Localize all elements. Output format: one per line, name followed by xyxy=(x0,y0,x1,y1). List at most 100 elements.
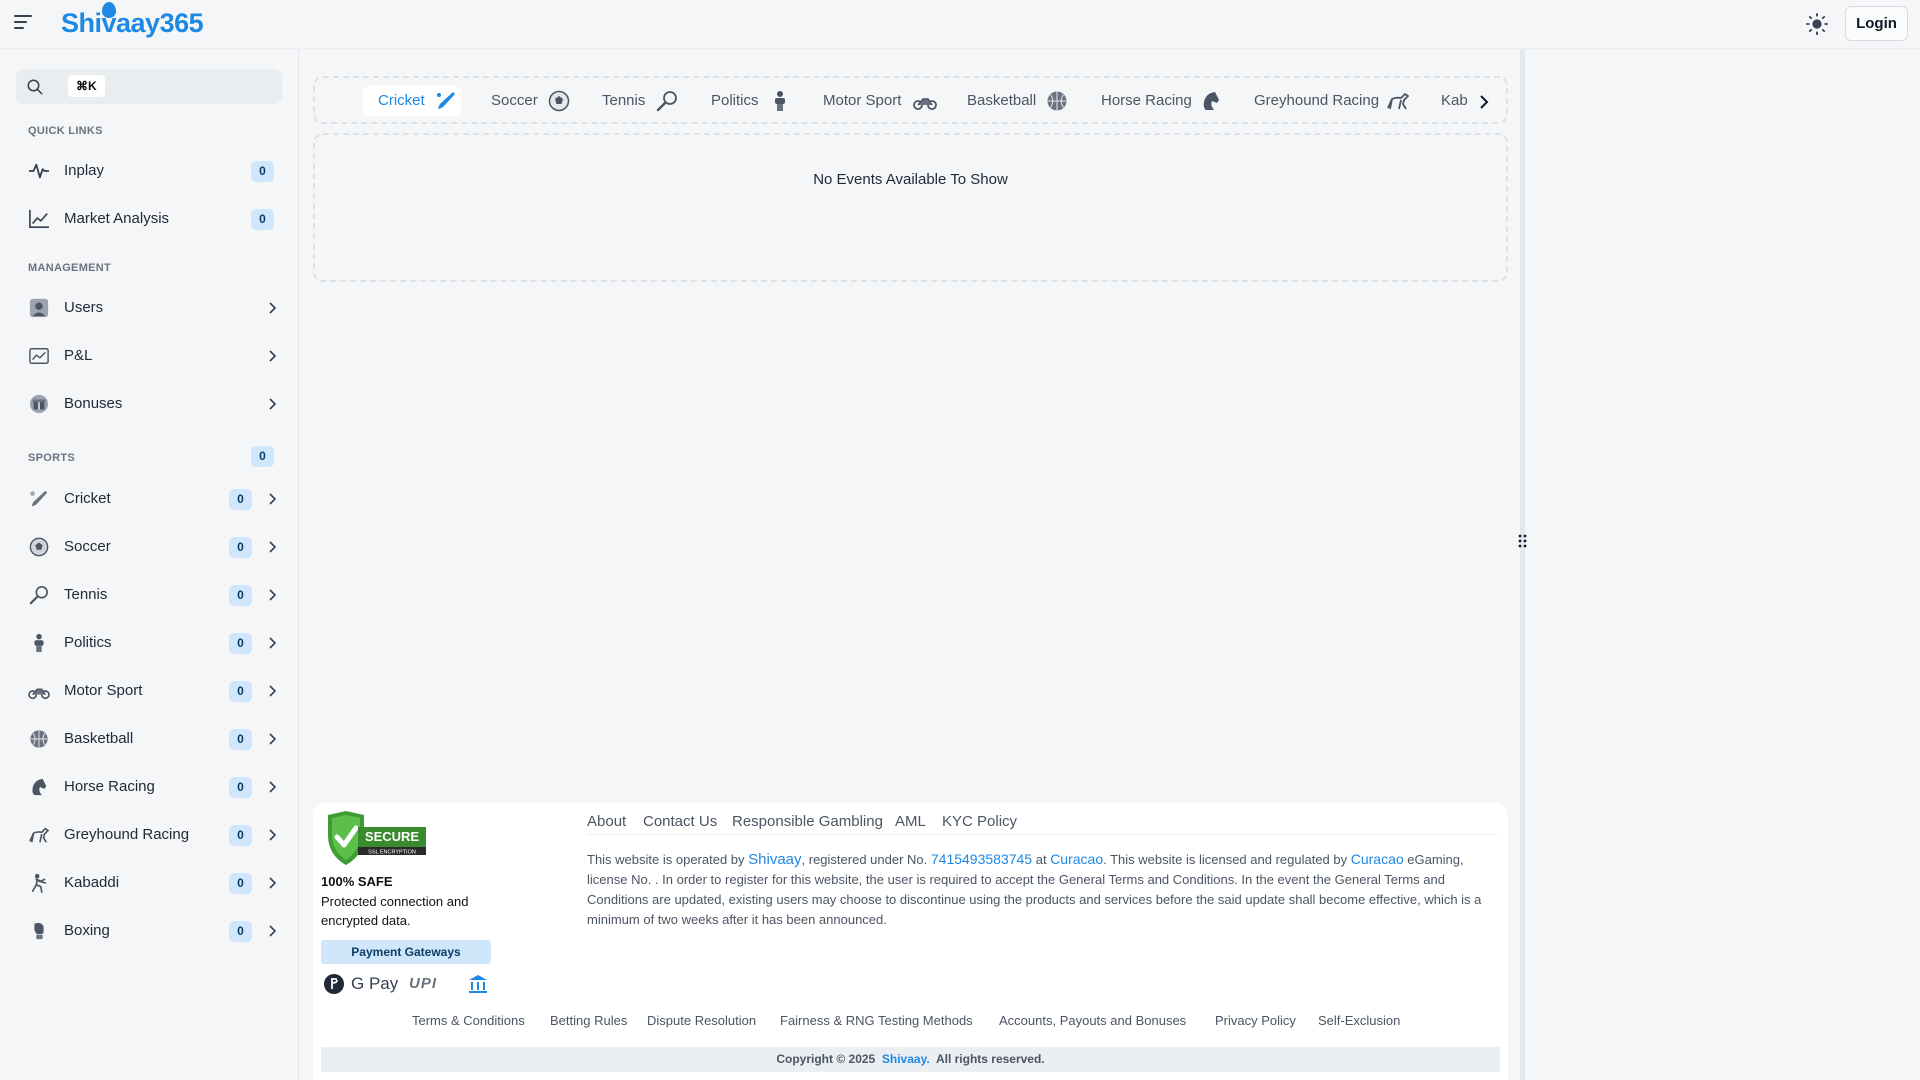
tab-label: Motor Sport xyxy=(823,92,902,109)
soccer-ball-icon xyxy=(29,537,49,557)
sidebar-item-motor-sport[interactable]: Motor Sport 0 xyxy=(12,669,286,713)
sidebar-item-basketball[interactable]: Basketball 0 xyxy=(12,717,286,761)
footer-link-aml[interactable]: AML xyxy=(895,813,926,830)
google-pay-icon: G Pay xyxy=(351,974,399,993)
sidebar-item-label: Greyhound Racing xyxy=(64,826,190,843)
sidebar-item-kabaddi[interactable]: Kabaddi 0 xyxy=(12,861,286,905)
sidebar-item-greyhound-racing[interactable]: Greyhound Racing 0 xyxy=(12,813,286,857)
link-betting-rules[interactable]: Betting Rules xyxy=(550,1013,627,1028)
tennis-racket-icon xyxy=(29,586,48,605)
link-privacy-policy[interactable]: Privacy Policy xyxy=(1215,1013,1296,1028)
pnl-icon xyxy=(29,348,49,364)
secure-ssl-badge-icon: SECURE SSL ENCRYPTION xyxy=(328,811,426,865)
sidebar: ⌘K QUICK LINKS Inplay 0 Market Analysis … xyxy=(0,49,299,1080)
empty-events-message: No Events Available To Show xyxy=(813,171,1008,188)
secure-badge-text: SECURE xyxy=(365,829,420,844)
phonepe-icon xyxy=(324,974,344,994)
count-badge: 0 xyxy=(229,921,252,942)
search-input[interactable]: ⌘K xyxy=(16,69,282,104)
drag-handle-icon[interactable] xyxy=(1517,533,1528,549)
top-bar: Shivaay365 Login xyxy=(0,0,1920,49)
user-icon xyxy=(29,298,49,318)
login-button[interactable]: Login xyxy=(1845,6,1908,41)
tab-basketball[interactable]: Basketball xyxy=(967,86,1069,116)
payment-gateways-button[interactable]: Payment Gateways xyxy=(321,940,491,964)
regulator-link[interactable]: Curacao xyxy=(1351,851,1404,867)
footer-link-kyc-policy[interactable]: KYC Policy xyxy=(942,813,1017,830)
tab-tennis[interactable]: Tennis xyxy=(602,86,682,116)
sidebar-item-bonuses[interactable]: Bonuses xyxy=(12,382,286,426)
count-badge: 0 xyxy=(229,537,252,558)
link-dispute-resolution[interactable]: Dispute Resolution xyxy=(647,1013,756,1028)
chevron-right-icon xyxy=(269,541,277,553)
count-badge: 0 xyxy=(229,825,252,846)
count-badge: 0 xyxy=(251,161,274,182)
sidebar-item-horse-racing[interactable]: Horse Racing 0 xyxy=(12,765,286,809)
tab-label: Greyhound Racing xyxy=(1254,92,1380,109)
sidebar-item-label: Bonuses xyxy=(64,395,123,412)
tab-soccer[interactable]: Soccer xyxy=(491,86,573,116)
sports-title: SPORTS xyxy=(28,452,76,464)
legal-text-part: , registered under No. xyxy=(801,852,931,867)
sidebar-item-label: Soccer xyxy=(64,538,111,555)
sidebar-item-politics[interactable]: Politics 0 xyxy=(12,621,286,665)
menu-icon[interactable] xyxy=(14,15,32,31)
events-panel: No Events Available To Show xyxy=(313,133,1508,282)
footer-links: About Contact Us Responsible Gambling AM… xyxy=(587,813,1497,835)
sports-count-badge: 0 xyxy=(251,446,274,467)
tab-kabaddi[interactable]: Kab xyxy=(1441,86,1471,116)
link-terms-conditions[interactable]: Terms & Conditions xyxy=(412,1013,525,1028)
footer-link-contact-us[interactable]: Contact Us xyxy=(643,813,717,830)
chevron-right-icon xyxy=(269,733,277,745)
tab-politics[interactable]: Politics xyxy=(711,86,793,116)
search-icon xyxy=(27,79,43,95)
footer-policy-links: Terms & Conditions Betting Rules Dispute… xyxy=(313,1013,1508,1033)
sidebar-item-label: Horse Racing xyxy=(64,778,155,795)
sidebar-item-users[interactable]: Users xyxy=(12,286,286,330)
basketball-icon xyxy=(1047,91,1067,111)
tab-greyhound-racing[interactable]: Greyhound Racing xyxy=(1254,86,1414,116)
sidebar-item-inplay[interactable]: Inplay 0 xyxy=(12,149,286,193)
sidebar-item-tennis[interactable]: Tennis 0 xyxy=(12,573,286,617)
chevron-right-icon xyxy=(269,398,277,410)
footer: SECURE SSL ENCRYPTION 100% SAFE Protecte… xyxy=(313,803,1508,1080)
chevron-right-icon xyxy=(269,781,277,793)
sidebar-item-label: Tennis xyxy=(64,586,108,603)
tab-label: Kab xyxy=(1441,92,1468,109)
legal-text: This website is operated by Shivaay, reg… xyxy=(587,849,1499,930)
logo-text: Shivaay365 xyxy=(61,8,204,38)
tab-motor-sport[interactable]: Motor Sport xyxy=(823,86,941,116)
sun-icon[interactable] xyxy=(1806,13,1828,35)
link-accounts-payouts-bonuses[interactable]: Accounts, Payouts and Bonuses xyxy=(999,1013,1186,1028)
copyright-suffix: All rights reserved. xyxy=(935,1052,1045,1066)
footer-link-about[interactable]: About xyxy=(587,813,626,830)
count-badge: 0 xyxy=(229,585,252,606)
link-self-exclusion[interactable]: Self-Exclusion xyxy=(1318,1013,1400,1028)
place-link[interactable]: Curacao xyxy=(1050,851,1103,867)
pulse-icon xyxy=(29,163,49,179)
logo[interactable]: Shivaay365 xyxy=(61,2,204,39)
sidebar-item-soccer[interactable]: Soccer 0 xyxy=(12,525,286,569)
count-badge: 0 xyxy=(229,873,252,894)
panel-splitter[interactable] xyxy=(1520,49,1525,1080)
count-badge: 0 xyxy=(229,777,252,798)
tab-cricket[interactable]: Cricket xyxy=(363,86,461,116)
chevron-right-icon xyxy=(269,925,277,937)
upi-icon: UPI xyxy=(409,975,438,992)
greyhound-icon xyxy=(29,827,49,843)
politics-icon xyxy=(34,633,44,653)
sidebar-item-cricket[interactable]: Cricket 0 xyxy=(12,477,286,521)
politics-icon xyxy=(775,91,785,111)
sidebar-item-boxing[interactable]: Boxing 0 xyxy=(12,909,286,953)
count-badge: 0 xyxy=(229,489,252,510)
footer-link-responsible-gambling[interactable]: Responsible Gambling xyxy=(732,813,883,830)
registration-number-link[interactable]: 7415493583745 xyxy=(931,851,1032,867)
chevron-right-icon[interactable] xyxy=(1472,90,1496,114)
link-fairness-rng[interactable]: Fairness & RNG Testing Methods xyxy=(780,1013,973,1028)
operator-link[interactable]: Shivaay xyxy=(748,851,801,868)
sidebar-item-pnl[interactable]: P&L xyxy=(12,334,286,378)
copyright-brand-link[interactable]: Shivaay. xyxy=(882,1052,930,1066)
sidebar-item-market-analysis[interactable]: Market Analysis 0 xyxy=(12,197,286,241)
logo-drop-icon xyxy=(102,2,116,18)
tab-horse-racing[interactable]: Horse Racing xyxy=(1101,86,1223,116)
